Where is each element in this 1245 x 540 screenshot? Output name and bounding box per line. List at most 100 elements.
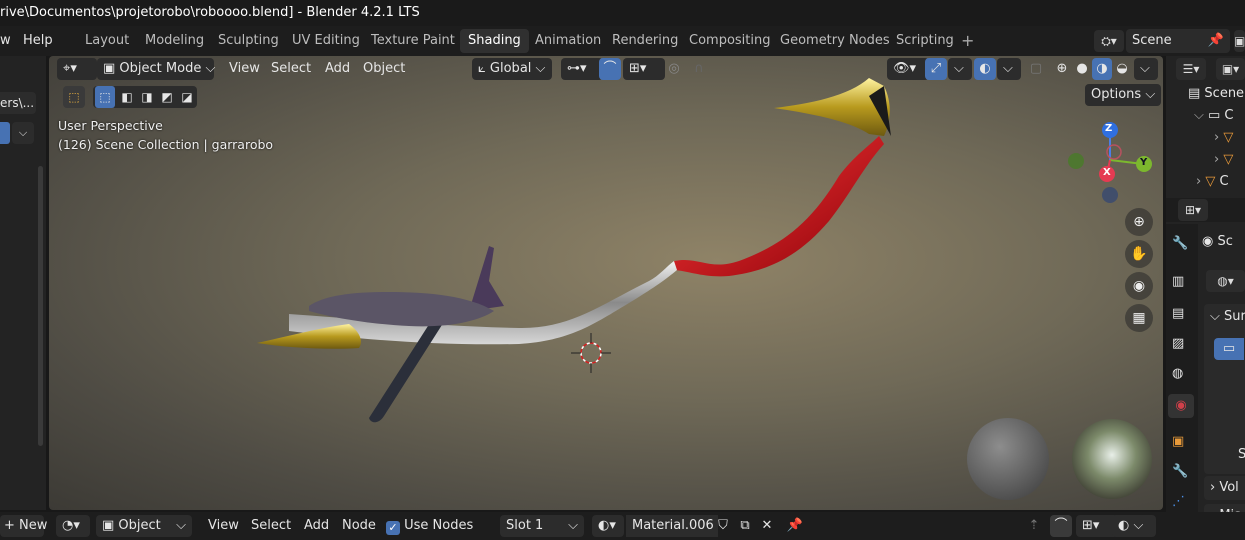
overlays-icon[interactable]: ◐ bbox=[974, 58, 996, 80]
scene-tab-icon[interactable]: ◍ bbox=[1172, 366, 1183, 381]
tab-animation[interactable]: Animation bbox=[527, 29, 609, 53]
outliner-scene-row[interactable]: ▤ Scene bbox=[1188, 84, 1244, 104]
mesh-object-icon: ▽ bbox=[1223, 130, 1234, 145]
robot-arm-model[interactable] bbox=[257, 78, 891, 423]
tab-sculpting[interactable]: Sculpting bbox=[210, 29, 287, 53]
menu-select[interactable]: Select bbox=[251, 515, 291, 537]
world-browse-icon[interactable]: ◍▾ bbox=[1206, 270, 1245, 292]
select-new-icon[interactable]: ⬚ bbox=[95, 86, 115, 108]
transform-orientation-dropdown[interactable]: ⟀ Global ⌵ bbox=[472, 58, 552, 80]
outliner-object-row[interactable]: › ▽ bbox=[1214, 150, 1233, 170]
pin-icon[interactable]: 📌 bbox=[786, 515, 804, 537]
outliner-editor-type-icon[interactable]: ☰▾ bbox=[1176, 58, 1206, 80]
tab-layout[interactable]: Layout bbox=[77, 29, 137, 53]
select-invert-icon[interactable]: ◩ bbox=[157, 86, 177, 108]
tab-compositing[interactable]: Compositing bbox=[681, 29, 779, 53]
tab-geometry-nodes[interactable]: Geometry Nodes bbox=[772, 29, 898, 53]
menu-select[interactable]: Select bbox=[271, 58, 311, 80]
left-scrollbar[interactable] bbox=[38, 166, 43, 446]
view-layer-icon[interactable]: ▣ bbox=[1234, 30, 1245, 52]
select-extend-icon[interactable]: ◧ bbox=[117, 86, 137, 108]
material-preview-icon[interactable]: ◑ bbox=[1092, 58, 1112, 80]
outliner-collection-row[interactable]: ⌵ ▭ C bbox=[1194, 106, 1234, 126]
snap-icon[interactable]: ⌒ bbox=[1050, 515, 1072, 537]
select-intersect-icon[interactable]: ◪ bbox=[177, 86, 197, 108]
menu-view[interactable]: View bbox=[208, 515, 239, 537]
tool-tab-icon[interactable]: 🔧 bbox=[1172, 236, 1188, 251]
options-dropdown[interactable]: Options ⌵ bbox=[1085, 84, 1162, 106]
material-name-field[interactable]: Material.006 bbox=[626, 515, 718, 537]
tab-scripting[interactable]: Scripting bbox=[888, 29, 962, 53]
particles-tab-icon[interactable]: ⋰ bbox=[1172, 494, 1185, 509]
visibility-icon[interactable]: 👁▾ bbox=[887, 58, 929, 80]
3d-viewport[interactable]: User Perspective (126) Scene Collection … bbox=[49, 56, 1163, 510]
chevron-down-icon[interactable]: ⌵ bbox=[948, 58, 972, 80]
xray-icon[interactable]: ▢ bbox=[1025, 58, 1047, 80]
perspective-toggle-icon[interactable]: ▦ bbox=[1125, 304, 1153, 332]
properties-editor-type-icon[interactable]: ⊞▾ bbox=[1178, 199, 1208, 221]
use-nodes-checkbox[interactable]: ✓ Use Nodes bbox=[386, 515, 473, 537]
view-layer-tab-icon[interactable]: ▨ bbox=[1172, 336, 1184, 351]
chevron-down-icon[interactable]: ⌵ bbox=[997, 58, 1021, 80]
filter-toggle[interactable] bbox=[0, 122, 10, 144]
snap-icon[interactable]: ⌒ bbox=[599, 58, 621, 80]
rendered-shading-icon[interactable]: ◒ bbox=[1112, 58, 1132, 80]
parent-node-tree-icon[interactable]: ⇡ bbox=[1024, 515, 1044, 537]
fake-user-shield-icon[interactable]: ⛉ bbox=[714, 515, 732, 537]
scene-selector-icon[interactable]: ⛭▾ bbox=[1094, 30, 1124, 52]
gizmo-toggle-icon[interactable]: ⤢ bbox=[925, 58, 947, 80]
outliner-object-row[interactable]: › ▽ bbox=[1214, 128, 1233, 148]
overlays-icon[interactable]: ◐ ⌵ bbox=[1112, 515, 1156, 537]
tab-shading[interactable]: Shading bbox=[460, 29, 529, 53]
editor-type-icon[interactable]: ◔▾ bbox=[56, 515, 90, 537]
use-nodes-icon[interactable]: ▭ bbox=[1214, 338, 1244, 360]
falloff-icon[interactable]: ∩ bbox=[685, 58, 713, 80]
editor-type-icon[interactable]: ⌖▾ bbox=[57, 58, 97, 80]
pin-icon[interactable]: 📌 bbox=[1208, 29, 1224, 53]
tab-texture-paint[interactable]: Texture Paint bbox=[363, 29, 463, 53]
menu-add[interactable]: Add bbox=[325, 58, 350, 80]
snap-target-icon[interactable]: ⊞▾ bbox=[623, 58, 665, 80]
camera-view-icon[interactable]: ◉ bbox=[1125, 272, 1153, 300]
world-tab-icon[interactable]: ◉ bbox=[1168, 394, 1194, 418]
object-tab-icon[interactable]: ▣ bbox=[1172, 434, 1184, 449]
duplicate-material-icon[interactable]: ⧉ bbox=[736, 515, 754, 537]
outliner-object-row[interactable]: › ▽ C bbox=[1196, 172, 1229, 192]
solid-shading-icon[interactable]: ● bbox=[1072, 58, 1092, 80]
mode-dropdown[interactable]: ▣ Object Mode ⌵ bbox=[97, 58, 215, 80]
tab-uv-editing[interactable]: UV Editing bbox=[284, 29, 368, 53]
path-breadcrumb[interactable]: ers\... bbox=[0, 92, 36, 114]
modifier-tab-icon[interactable]: 🔧 bbox=[1172, 464, 1188, 479]
menu-add[interactable]: Add bbox=[304, 515, 329, 537]
surface-panel-header[interactable]: ⌵ Sur bbox=[1210, 306, 1245, 328]
new-image-button[interactable]: + New bbox=[0, 515, 47, 537]
menu-window[interactable]: w bbox=[0, 26, 11, 56]
output-tab-icon[interactable]: ▤ bbox=[1172, 306, 1184, 321]
add-workspace-button[interactable]: + bbox=[953, 29, 982, 53]
select-subtract-icon[interactable]: ◨ bbox=[137, 86, 157, 108]
unlink-close-icon[interactable]: ✕ bbox=[758, 515, 776, 537]
pan-hand-icon[interactable]: ✋ bbox=[1125, 240, 1153, 268]
options-label: Options bbox=[1091, 87, 1142, 102]
select-tool-icon[interactable]: ⬚ bbox=[63, 86, 85, 108]
menu-object[interactable]: Object bbox=[363, 58, 405, 80]
3d-cursor-icon[interactable] bbox=[571, 333, 611, 373]
shader-type-dropdown[interactable]: ▣ Object ⌵ bbox=[96, 515, 192, 537]
chevron-down-icon[interactable]: ⌵ bbox=[12, 122, 34, 144]
zoom-icon[interactable]: ⊕ bbox=[1125, 208, 1153, 236]
slot-dropdown[interactable]: Slot 1 ⌵ bbox=[500, 515, 584, 537]
pivot-point-icon[interactable]: ⊶▾ bbox=[561, 58, 603, 80]
wireframe-shading-icon[interactable]: ⊕ bbox=[1052, 58, 1072, 80]
menu-help[interactable]: Help bbox=[23, 26, 53, 56]
material-browse-icon[interactable]: ◐▾ bbox=[592, 515, 624, 537]
display-mode-icon[interactable]: ▣▾ bbox=[1216, 58, 1245, 80]
menu-node[interactable]: Node bbox=[342, 515, 376, 537]
scene-name-field[interactable]: Scene 📌 bbox=[1126, 29, 1230, 53]
volume-panel-header[interactable]: › Vol bbox=[1204, 476, 1245, 500]
menu-view[interactable]: View bbox=[229, 58, 260, 80]
proportional-edit-icon[interactable]: ◎ bbox=[663, 58, 685, 80]
tab-rendering[interactable]: Rendering bbox=[604, 29, 686, 53]
chevron-down-icon[interactable]: ⌵ bbox=[1134, 58, 1158, 80]
tab-modeling[interactable]: Modeling bbox=[137, 29, 212, 53]
render-tab-icon[interactable]: ▥ bbox=[1172, 274, 1184, 289]
